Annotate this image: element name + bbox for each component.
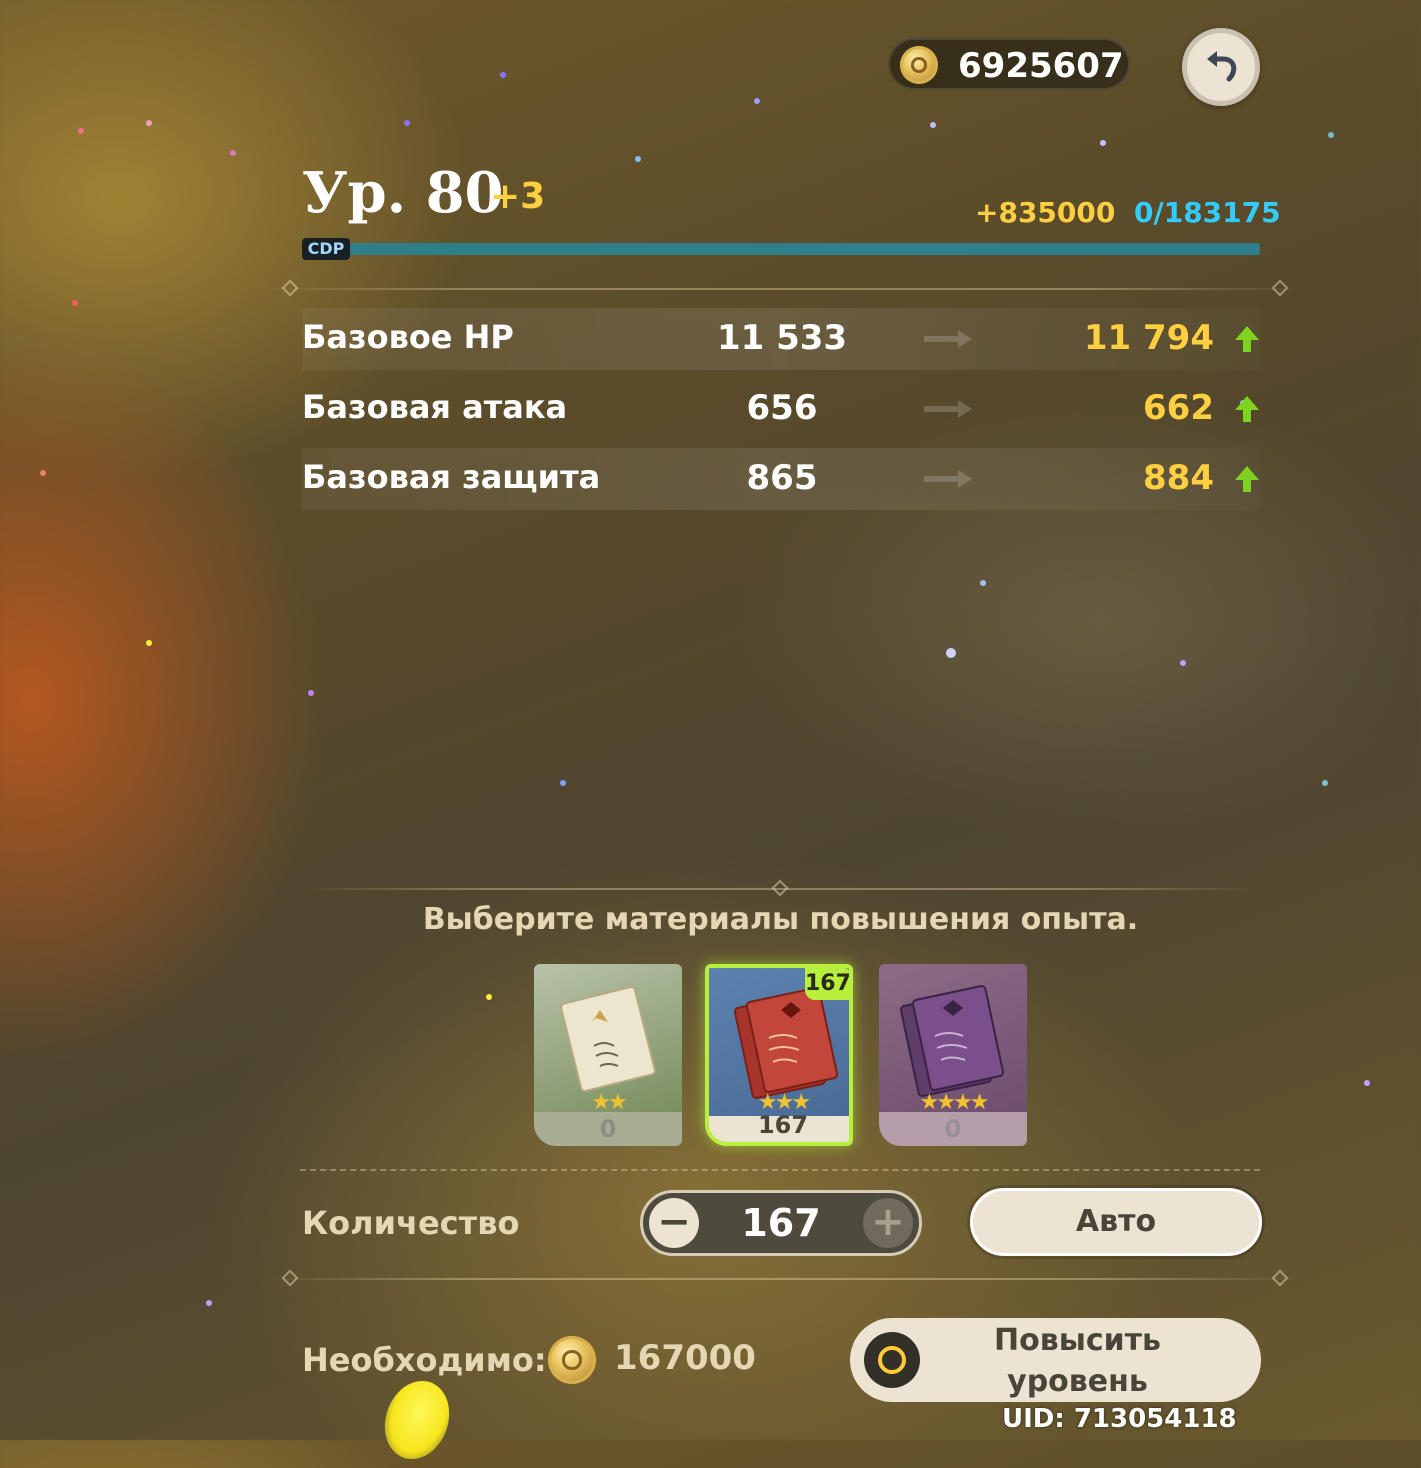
divider-ornament xyxy=(281,279,299,297)
up-arrow-icon xyxy=(1235,466,1259,492)
quantity-label: Количество xyxy=(302,1204,520,1242)
levelup-ring-icon xyxy=(864,1332,920,1388)
stat-label: Базовое HP xyxy=(302,318,514,356)
materials-title: Выберите материалы повышения опыта. xyxy=(422,902,1139,937)
divider-ornament xyxy=(771,879,789,897)
material-card-4star[interactable]: ★★★★ 0 xyxy=(879,964,1027,1146)
divider xyxy=(262,288,1302,290)
divider-ornament xyxy=(1271,1269,1289,1287)
light-particle xyxy=(374,1371,460,1468)
stat-after: 884 xyxy=(1143,458,1214,498)
mora-amount: 6925607 xyxy=(958,46,1124,86)
quantity-stepper[interactable]: − 167 + xyxy=(640,1190,922,1256)
up-arrow-icon xyxy=(1235,326,1259,352)
material-count: 0 xyxy=(944,1115,962,1143)
stat-after: 11 794 xyxy=(1083,318,1214,358)
stat-before: 11 533 xyxy=(716,318,848,358)
minus-button[interactable]: − xyxy=(649,1198,699,1248)
divider xyxy=(262,1278,1302,1280)
level-title: Ур. 80 xyxy=(302,160,504,226)
exp-gain: +835000 xyxy=(975,196,1116,229)
stat-label: Базовая защита xyxy=(302,458,601,496)
up-arrow-icon xyxy=(1235,396,1259,422)
stat-row-attack: Базовая атака 656 662 xyxy=(302,378,1260,440)
level-increase: +3 xyxy=(490,176,546,217)
material-card-2star[interactable]: ★★ 0 xyxy=(534,964,682,1146)
exp-bar xyxy=(350,243,1260,255)
separator xyxy=(300,1169,1260,1171)
divider-ornament xyxy=(1271,279,1289,297)
stat-before: 865 xyxy=(746,458,818,498)
arrow-right-icon xyxy=(924,330,972,348)
plus-button[interactable]: + xyxy=(863,1198,913,1248)
material-count: 167 xyxy=(757,1111,809,1139)
quantity-value: 167 xyxy=(741,1201,821,1245)
divider-ornament xyxy=(281,1269,299,1287)
back-button[interactable] xyxy=(1182,28,1260,106)
stat-row-defense: Базовая защита 865 884 xyxy=(302,448,1260,510)
arrow-right-icon xyxy=(924,470,972,488)
cost-label: Необходимо: xyxy=(302,1341,547,1379)
level-up-button[interactable]: Повысить уровень xyxy=(850,1318,1261,1402)
auto-button[interactable]: Авто xyxy=(970,1188,1262,1256)
exp-progress: 0/183175 xyxy=(1134,196,1281,229)
material-card-3star[interactable]: 167 ★★★ 167 xyxy=(705,964,853,1146)
mora-counter: 6925607 xyxy=(888,38,1130,90)
level-up-label: Повысить уровень xyxy=(994,1323,1161,1399)
back-arrow-icon xyxy=(1207,51,1237,82)
material-count: 0 xyxy=(599,1115,617,1143)
stat-row-hp: Базовое HP 11 533 11 794 xyxy=(302,308,1260,370)
cost-value: 167000 xyxy=(614,1338,756,1378)
uid-label: UID: 713054118 xyxy=(1002,1404,1237,1434)
stat-before: 656 xyxy=(746,388,818,428)
mora-coin-icon xyxy=(548,1336,596,1384)
exp-bar-badge: CDP xyxy=(302,238,350,260)
selected-count-badge: 167 xyxy=(805,968,849,1000)
stat-after: 662 xyxy=(1143,388,1214,428)
stat-label: Базовая атака xyxy=(302,388,568,426)
mora-coin-icon xyxy=(900,46,938,84)
arrow-right-icon xyxy=(924,400,972,418)
